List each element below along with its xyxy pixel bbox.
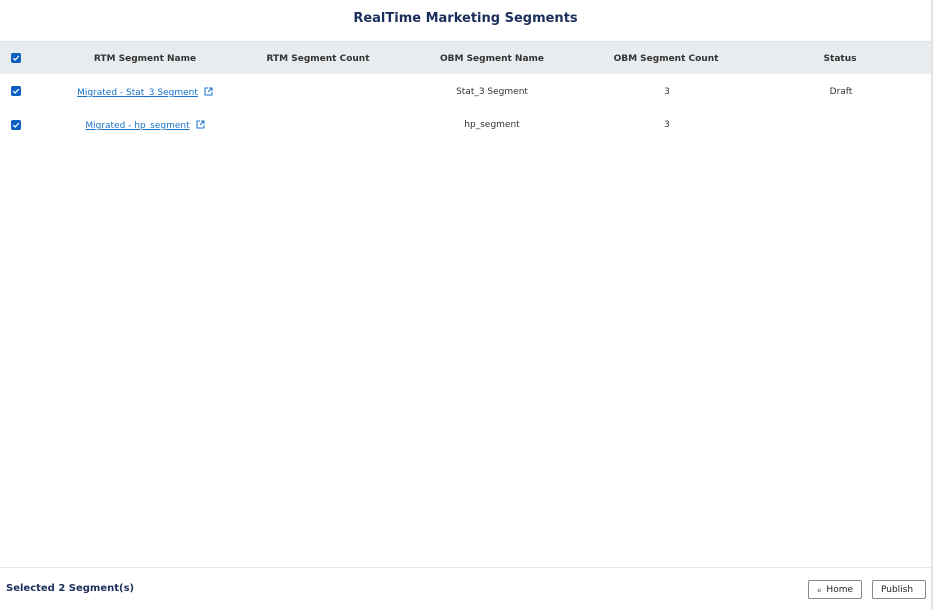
rtm-segment-link[interactable]: Migrated - Stat_3 Segment <box>70 87 220 98</box>
checkbox-checked-icon <box>12 122 20 128</box>
footer-bar: Selected 2 Segment(s) Home Publish <box>0 567 931 609</box>
row-checkbox[interactable] <box>11 86 21 96</box>
column-header-obm-count[interactable]: OBM Segment Count <box>606 54 726 64</box>
app-window: RealTime Marketing Segments RTM Segment … <box>0 0 933 609</box>
table-header: RTM Segment Name RTM Segment Count OBM S… <box>0 41 931 74</box>
publish-button-label: Publish <box>881 584 914 595</box>
home-button-label: Home <box>826 584 853 595</box>
row-checkbox[interactable] <box>11 120 21 130</box>
obm-segment-count: 3 <box>664 120 670 130</box>
rtm-segment-name[interactable]: Migrated - hp_segment <box>85 121 189 131</box>
checkbox-checked-icon <box>12 88 20 94</box>
external-link-icon[interactable] <box>204 87 213 96</box>
checkbox-checked-icon <box>12 55 20 61</box>
column-header-obm-name[interactable]: OBM Segment Name <box>432 54 552 64</box>
column-header-status[interactable]: Status <box>800 54 880 64</box>
publish-button[interactable]: Publish <box>872 580 926 599</box>
external-link-icon[interactable] <box>196 120 205 129</box>
column-header-rtm-count[interactable]: RTM Segment Count <box>258 54 378 64</box>
obm-segment-count: 3 <box>664 87 670 97</box>
status-value: Draft <box>829 87 853 97</box>
table-row: Migrated - hp_segment hp_segment 3 <box>0 108 931 141</box>
home-icon <box>817 587 822 592</box>
rtm-segment-name[interactable]: Migrated - Stat_3 Segment <box>77 88 198 98</box>
obm-segment-name: Stat_3 Segment <box>456 87 528 97</box>
table-row: Migrated - Stat_3 Segment Stat_3 Segment… <box>0 75 931 108</box>
column-header-rtm-name[interactable]: RTM Segment Name <box>90 54 200 64</box>
page-title: RealTime Marketing Segments <box>353 11 578 26</box>
select-all-checkbox[interactable] <box>11 53 21 63</box>
home-button[interactable]: Home <box>808 580 862 599</box>
obm-segment-name: hp_segment <box>464 120 520 130</box>
rtm-segment-link[interactable]: Migrated - hp_segment <box>70 120 220 131</box>
selected-count-text: Selected 2 Segment(s) <box>6 583 135 594</box>
